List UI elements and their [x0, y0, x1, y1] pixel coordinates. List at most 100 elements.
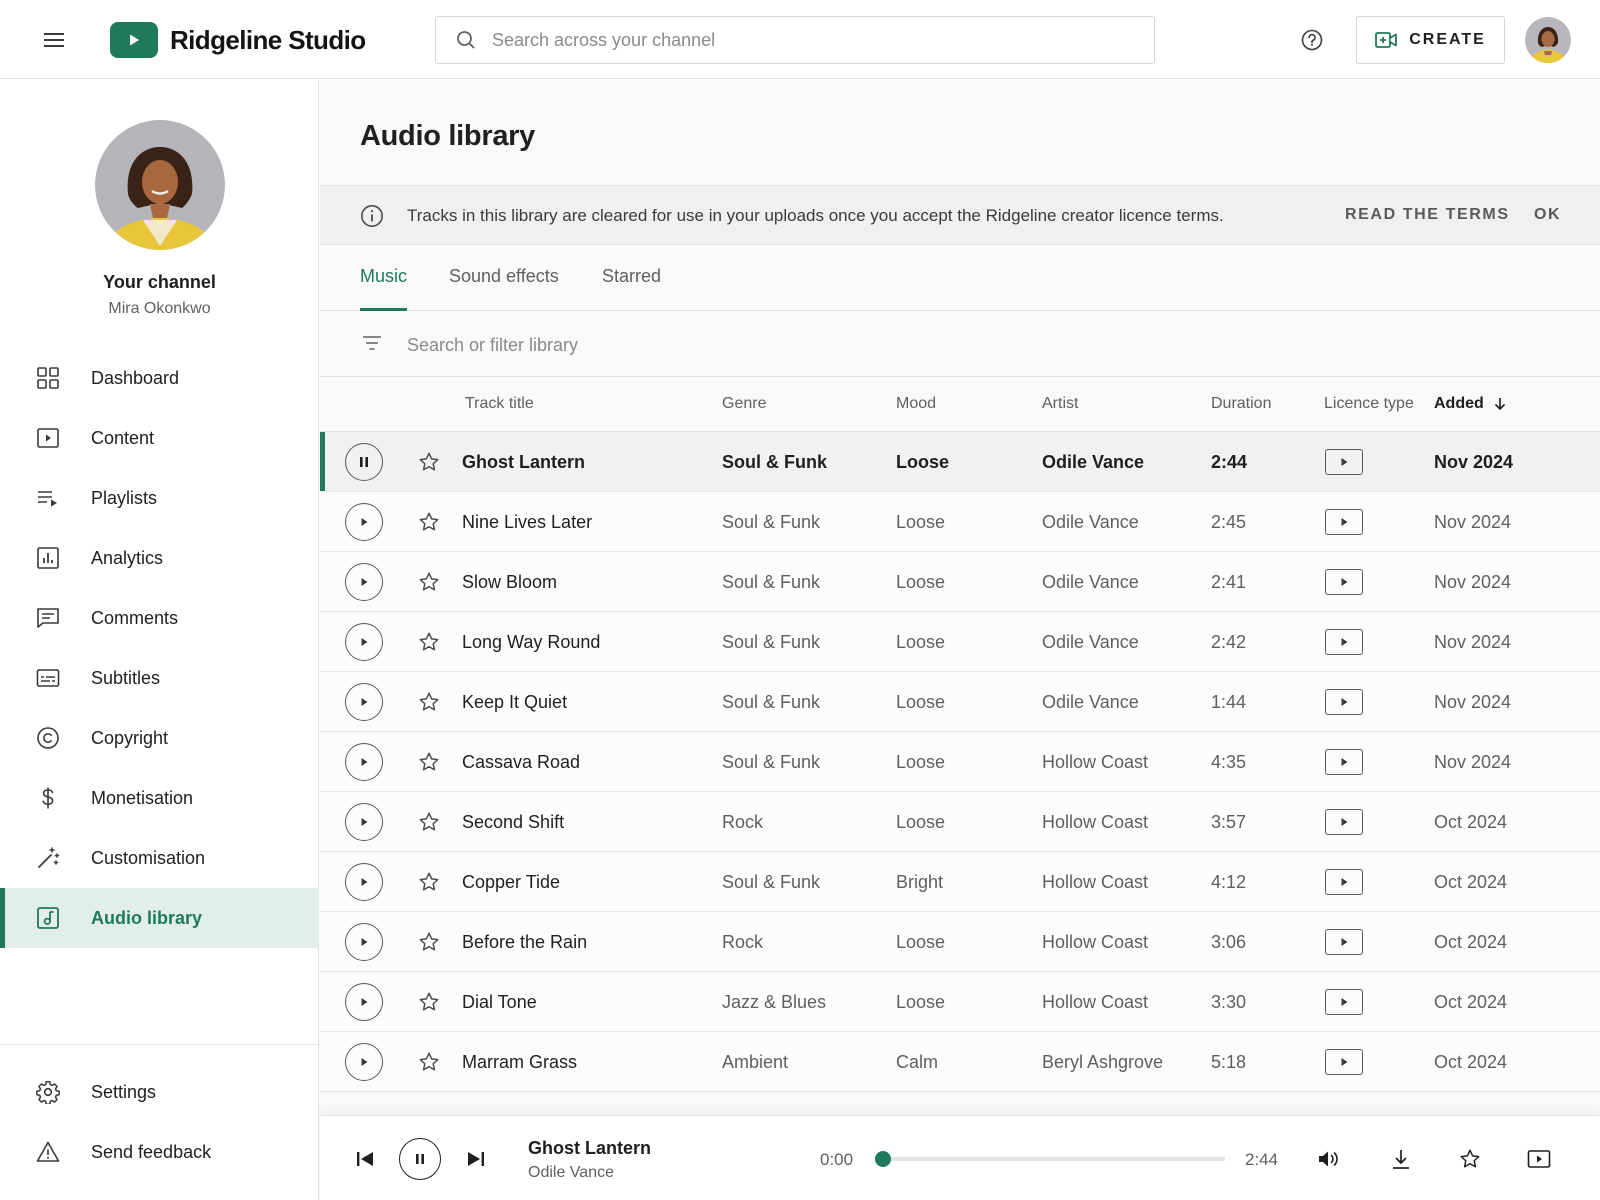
star-icon[interactable]: [418, 871, 440, 893]
volume-icon[interactable]: [1316, 1147, 1340, 1171]
track-artist: Odile Vance: [1042, 692, 1139, 712]
tab-sound-effects[interactable]: Sound effects: [449, 266, 559, 311]
dashboard-icon: [36, 366, 60, 390]
sidebar-bottom-nav: Settings Send feedback: [0, 1062, 319, 1182]
star-icon[interactable]: [418, 451, 440, 473]
play-icon: [358, 936, 370, 948]
track-play-button[interactable]: [345, 623, 383, 661]
sidebar-item-customisation[interactable]: Customisation: [0, 828, 319, 888]
column-header-track-title[interactable]: Track title: [465, 395, 534, 413]
licence-type-button[interactable]: [1325, 569, 1363, 595]
library-filter-input[interactable]: [407, 330, 1207, 360]
track-title: Dial Tone: [462, 992, 537, 1012]
read-the-terms-button[interactable]: READ THE TERMS: [1345, 206, 1510, 224]
sidebar-item-label: Subtitles: [91, 667, 161, 688]
star-icon[interactable]: [418, 1051, 440, 1073]
column-header-artist[interactable]: Artist: [1042, 395, 1078, 413]
next-track-icon[interactable]: [465, 1149, 487, 1169]
sidebar-item-analytics[interactable]: Analytics: [0, 528, 319, 588]
licence-type-button[interactable]: [1325, 689, 1363, 715]
star-icon[interactable]: [418, 991, 440, 1013]
sidebar-item-copyright[interactable]: Copyright: [0, 708, 319, 768]
table-row[interactable]: Slow Bloom Soul & Funk Loose Odile Vance 2:4…: [320, 552, 1600, 612]
track-added-date: Oct 2024: [1434, 1052, 1508, 1072]
table-row[interactable]: Long Way Round Soul & Funk Loose Odile Vanc…: [320, 612, 1600, 672]
licence-type-button[interactable]: [1325, 1049, 1363, 1075]
track-play-button[interactable]: [345, 1043, 383, 1081]
pause-button[interactable]: [399, 1138, 441, 1180]
filter-icon[interactable]: [362, 333, 382, 353]
star-icon[interactable]: [418, 691, 440, 713]
star-icon[interactable]: [418, 511, 440, 533]
track-play-button[interactable]: [345, 563, 383, 601]
sidebar-item-monetisation[interactable]: Monetisation: [0, 768, 319, 828]
create-button[interactable]: CREATE: [1356, 16, 1505, 64]
play-icon: [1338, 756, 1350, 768]
table-row[interactable]: Cassava Road Soul & Funk Loose Hollow Coast…: [320, 732, 1600, 792]
table-row[interactable]: Marram Grass Ambient Calm Beryl Ashgrove 5:1…: [320, 1032, 1600, 1092]
table-row[interactable]: Dial Tone Jazz & Blues Loose Hollow Coast 3:…: [320, 972, 1600, 1032]
licence-type-button[interactable]: [1325, 629, 1363, 655]
sidebar-item-send-feedback[interactable]: Send feedback: [0, 1122, 319, 1182]
track-play-button[interactable]: [345, 683, 383, 721]
column-header-genre[interactable]: Genre: [722, 395, 766, 413]
sidebar-item-dashboard[interactable]: Dashboard: [0, 348, 319, 408]
licence-type-button[interactable]: [1325, 449, 1363, 475]
sidebar-item-settings[interactable]: Settings: [0, 1062, 319, 1122]
track-pause-button[interactable]: [345, 443, 383, 481]
hamburger-menu-icon[interactable]: [36, 22, 72, 58]
licence-type-button[interactable]: [1325, 749, 1363, 775]
star-icon[interactable]: [418, 811, 440, 833]
column-header-duration[interactable]: Duration: [1211, 395, 1271, 413]
licence-type-button[interactable]: [1325, 809, 1363, 835]
table-row[interactable]: Keep It Quiet Soul & Funk Loose Odile Vance…: [320, 672, 1600, 732]
licence-type-button[interactable]: [1325, 929, 1363, 955]
licence-type-button[interactable]: [1325, 509, 1363, 535]
column-header-added-label: Added: [1434, 395, 1484, 412]
track-play-button[interactable]: [345, 743, 383, 781]
sidebar-item-playlists[interactable]: Playlists: [0, 468, 319, 528]
column-header-added[interactable]: Added: [1434, 395, 1506, 413]
previous-track-icon[interactable]: [354, 1149, 376, 1169]
licence-type-button[interactable]: [1325, 989, 1363, 1015]
tab-music[interactable]: Music: [360, 266, 408, 311]
table-row[interactable]: Copper Tide Soul & Funk Bright Hollow Coast…: [320, 852, 1600, 912]
track-play-button[interactable]: [345, 863, 383, 901]
sidebar-item-content[interactable]: Content: [0, 408, 319, 468]
table-row[interactable]: Nine Lives Later Soul & Funk Loose Odile Va…: [320, 492, 1600, 552]
channel-owner-name: Mira Okonkwo: [108, 300, 211, 317]
tab-starred[interactable]: Starred: [602, 266, 661, 311]
channel-avatar[interactable]: [95, 120, 225, 250]
star-icon[interactable]: [1458, 1147, 1482, 1171]
star-icon[interactable]: [418, 751, 440, 773]
licence-type-button[interactable]: [1325, 869, 1363, 895]
video-preview-icon[interactable]: [1526, 1147, 1552, 1171]
column-header-mood[interactable]: Mood: [896, 395, 936, 413]
help-icon[interactable]: [1296, 24, 1328, 56]
info-icon: [360, 204, 384, 228]
track-play-button[interactable]: [345, 503, 383, 541]
sidebar-item-comments[interactable]: Comments: [0, 588, 319, 648]
track-mood: Loose: [896, 812, 946, 832]
track-play-button[interactable]: [345, 983, 383, 1021]
app-logo[interactable]: Ridgeline Studio: [110, 22, 366, 58]
star-icon[interactable]: [418, 631, 440, 653]
column-header-licence-type[interactable]: Licence type: [1324, 395, 1414, 413]
table-row[interactable]: Ghost Lantern Soul & Funk Loose Odile Vance…: [320, 432, 1600, 492]
account-avatar[interactable]: [1525, 17, 1571, 63]
track-duration: 4:35: [1211, 752, 1247, 772]
sidebar-item-subtitles[interactable]: Subtitles: [0, 648, 319, 708]
banner-ok-button[interactable]: OK: [1534, 206, 1561, 224]
download-icon[interactable]: [1389, 1147, 1413, 1171]
star-icon[interactable]: [418, 931, 440, 953]
star-icon[interactable]: [418, 571, 440, 593]
sidebar-item-label: Settings: [91, 1081, 157, 1102]
sidebar-item-audio-library[interactable]: Audio library: [0, 888, 319, 948]
progress-slider[interactable]: [875, 1151, 1225, 1167]
search-input[interactable]: [492, 29, 1092, 51]
table-row[interactable]: Second Shift Rock Loose Hollow Coast 3:57 Oct…: [320, 792, 1600, 852]
track-play-button[interactable]: [345, 803, 383, 841]
progress-handle[interactable]: [875, 1151, 892, 1167]
track-play-button[interactable]: [345, 923, 383, 961]
table-row[interactable]: Before the Rain Rock Loose Hollow Coast 3:06…: [320, 912, 1600, 972]
